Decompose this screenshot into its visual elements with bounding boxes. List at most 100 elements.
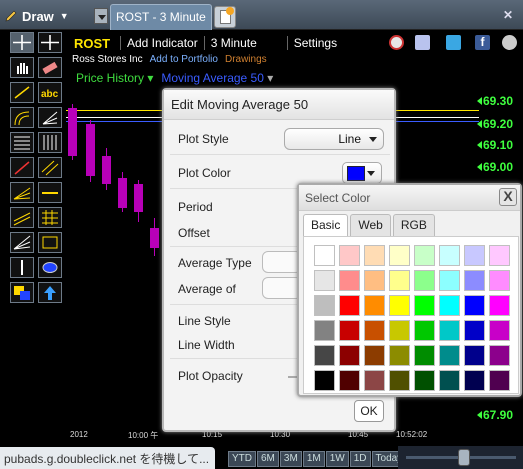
color-swatch[interactable]	[489, 345, 510, 366]
color-swatch[interactable]	[414, 270, 435, 291]
fan-lines-tool-button[interactable]	[10, 182, 34, 203]
crosshair-plus-tool-button[interactable]	[38, 32, 62, 53]
color-swatch[interactable]	[339, 345, 360, 366]
color-swatch[interactable]	[464, 245, 485, 266]
color-swatch[interactable]	[439, 320, 460, 341]
vertical-line-tool-button[interactable]	[10, 257, 34, 278]
range-button-3m[interactable]: 3M	[279, 451, 302, 467]
color-swatch[interactable]	[314, 270, 335, 291]
hand-tool-button[interactable]	[10, 57, 34, 78]
color-swatch[interactable]	[339, 295, 360, 316]
range-button-1d[interactable]: 1D	[349, 451, 371, 467]
layer-tool-button[interactable]	[10, 282, 34, 303]
box-tool-button[interactable]	[38, 232, 62, 253]
color-swatch[interactable]	[439, 370, 460, 391]
color-swatch[interactable]	[489, 370, 510, 391]
tab-basic[interactable]: Basic	[303, 214, 349, 236]
fibonacci-arc-tool-button[interactable]	[10, 107, 34, 128]
color-swatch[interactable]	[389, 295, 410, 316]
speed-lines-tool-button[interactable]	[10, 232, 34, 253]
arrow-up-tool-button[interactable]	[38, 282, 62, 303]
channel-tool-button[interactable]	[10, 207, 34, 228]
price-history-menu[interactable]: Price History ▾	[76, 71, 153, 85]
add-tab-button[interactable]	[214, 6, 236, 28]
tab-web[interactable]: Web	[350, 214, 391, 236]
text-abc-tool-button[interactable]: abc	[38, 82, 62, 103]
range-button-6m[interactable]: 6M	[257, 451, 279, 467]
horizontal-line-tool-button[interactable]	[38, 182, 62, 203]
color-swatch[interactable]	[314, 345, 335, 366]
settings-button[interactable]: Settings	[294, 36, 337, 50]
vertical-lines-tool-button[interactable]	[38, 132, 62, 153]
color-swatch[interactable]	[414, 245, 435, 266]
color-swatch[interactable]	[489, 270, 510, 291]
plot-style-select[interactable]: Line	[284, 128, 384, 150]
color-swatch[interactable]	[314, 245, 335, 266]
color-swatch[interactable]	[464, 295, 485, 316]
color-swatch[interactable]	[364, 270, 385, 291]
color-swatch[interactable]	[389, 270, 410, 291]
color-swatch[interactable]	[464, 370, 485, 391]
color-swatch[interactable]	[364, 370, 385, 391]
color-swatch[interactable]	[314, 295, 335, 316]
color-swatch[interactable]	[414, 370, 435, 391]
color-swatch[interactable]	[389, 345, 410, 366]
parallel-lines-tool-button[interactable]	[38, 157, 62, 178]
close-icon[interactable]: ✕	[503, 8, 513, 22]
color-swatch[interactable]	[489, 245, 510, 266]
color-swatch[interactable]	[339, 245, 360, 266]
tab-dropdown-button[interactable]	[94, 8, 108, 24]
color-swatch[interactable]	[364, 295, 385, 316]
color-swatch[interactable]	[489, 295, 510, 316]
close-button[interactable]: X	[499, 188, 517, 206]
ok-button[interactable]: OK	[354, 400, 384, 422]
color-swatch[interactable]	[389, 320, 410, 341]
color-swatch[interactable]	[364, 320, 385, 341]
color-swatch[interactable]	[414, 345, 435, 366]
zoom-slider[interactable]	[398, 446, 523, 469]
color-swatch[interactable]	[339, 320, 360, 341]
grid-lines-tool-button[interactable]	[38, 207, 62, 228]
add-to-portfolio-link[interactable]: Add to Portfolio	[150, 54, 218, 65]
color-swatch[interactable]	[339, 270, 360, 291]
crosshair-tool-button[interactable]	[10, 32, 34, 53]
color-swatch[interactable]	[339, 370, 360, 391]
color-swatch[interactable]	[439, 245, 460, 266]
range-button-ytd[interactable]: YTD	[228, 451, 256, 467]
diagonal-line-tool-button[interactable]	[10, 157, 34, 178]
interval-select[interactable]: 3 Minute	[211, 36, 257, 50]
color-swatch[interactable]	[414, 320, 435, 341]
add-indicator-button[interactable]: Add Indicator	[127, 36, 198, 50]
binoculars-icon[interactable]	[502, 35, 517, 50]
drawings-link[interactable]: Drawings	[225, 54, 267, 65]
color-swatch[interactable]	[389, 370, 410, 391]
twitter-icon[interactable]	[446, 35, 461, 50]
color-swatch[interactable]	[464, 345, 485, 366]
moving-average-menu[interactable]: Moving Average 50 ▾	[161, 71, 273, 85]
eraser-tool-button[interactable]	[38, 57, 62, 78]
plot-color-picker[interactable]	[342, 162, 382, 184]
range-button-1m[interactable]: 1M	[302, 451, 325, 467]
fibonacci-lines-tool-button[interactable]	[10, 132, 34, 153]
color-swatch[interactable]	[464, 320, 485, 341]
ellipse-tool-button[interactable]	[38, 257, 62, 278]
average-of-select[interactable]	[262, 277, 302, 299]
line-tool-button[interactable]	[10, 82, 34, 103]
color-swatch[interactable]	[439, 345, 460, 366]
color-swatch[interactable]	[439, 270, 460, 291]
color-swatch[interactable]	[364, 245, 385, 266]
color-swatch[interactable]	[314, 320, 335, 341]
alarm-clock-icon[interactable]	[389, 35, 404, 50]
slider-handle[interactable]	[458, 449, 470, 466]
color-swatch[interactable]	[464, 270, 485, 291]
layers-icon[interactable]	[415, 35, 430, 50]
color-swatch[interactable]	[439, 295, 460, 316]
color-swatch[interactable]	[314, 370, 335, 391]
tab-rgb[interactable]: RGB	[392, 214, 435, 236]
draw-button[interactable]: Draw ▼	[4, 6, 69, 26]
color-swatch[interactable]	[364, 345, 385, 366]
color-swatch[interactable]	[489, 320, 510, 341]
facebook-icon[interactable]: f	[475, 35, 490, 50]
color-swatch[interactable]	[389, 245, 410, 266]
range-button-1w[interactable]: 1W	[325, 451, 349, 467]
